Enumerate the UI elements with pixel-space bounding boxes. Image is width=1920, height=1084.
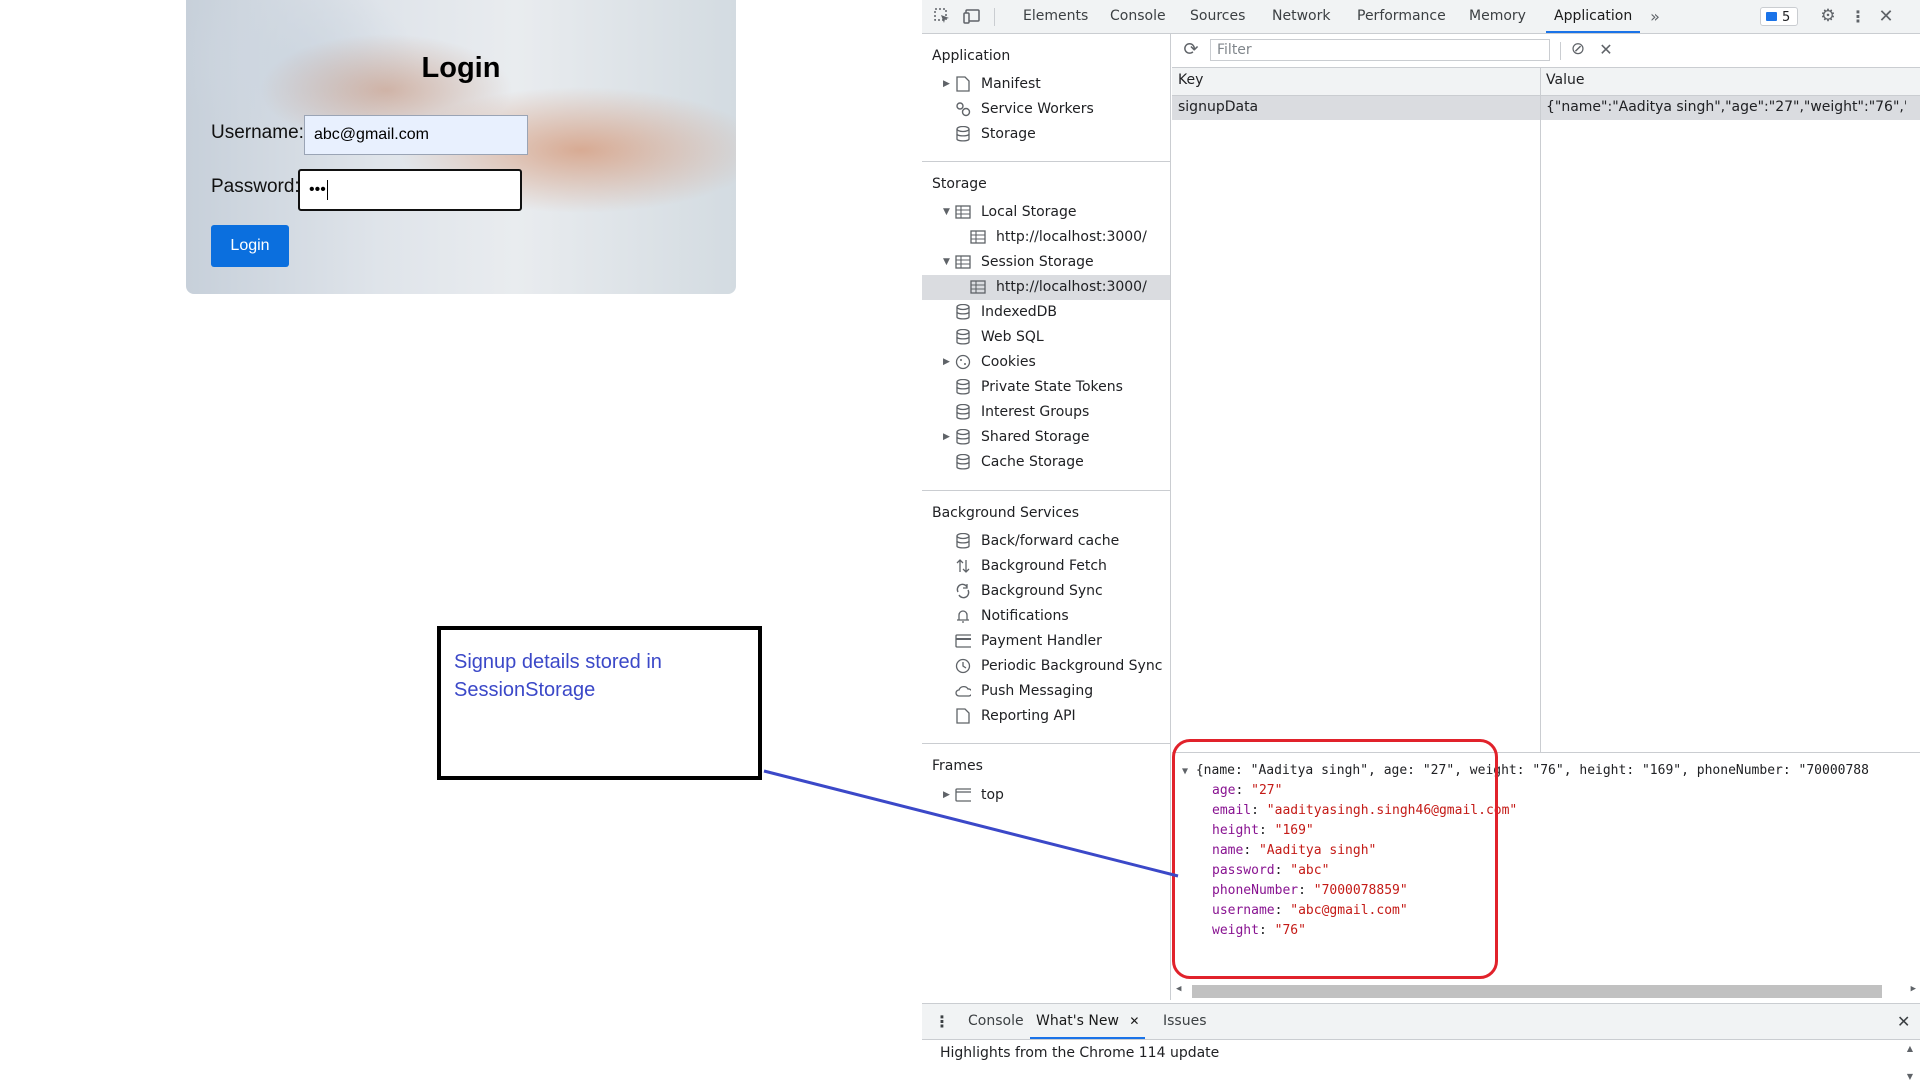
connector-line xyxy=(763,769,1179,878)
